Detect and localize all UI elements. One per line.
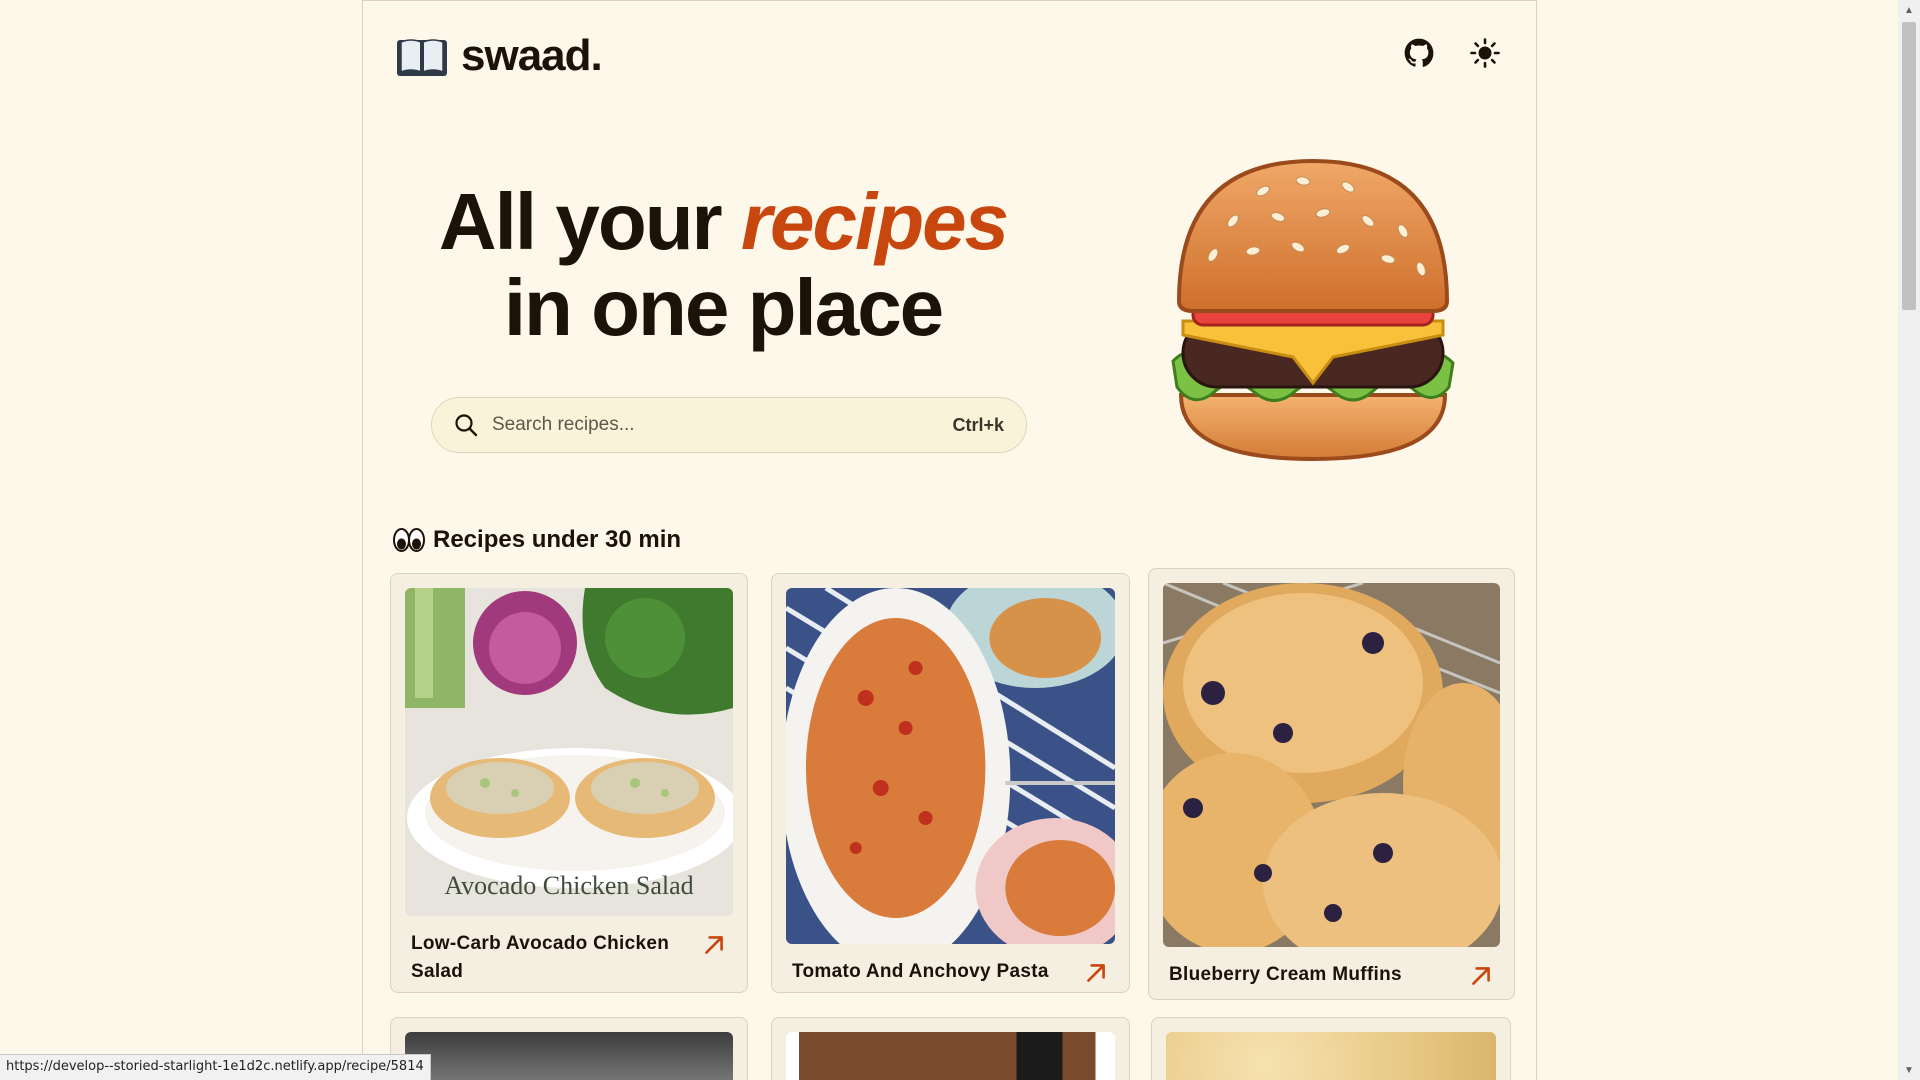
open-book-icon (397, 39, 447, 76)
search-icon (455, 414, 478, 437)
arrow-up-right-icon (1087, 964, 1105, 982)
theme-toggle-button[interactable] (1467, 35, 1503, 71)
status-bar-url: https://develop--storied-starlight-1e1d2… (0, 1054, 431, 1080)
hero-title: All your recipes in one place (403, 179, 1043, 351)
recipe-image (786, 1032, 1115, 1080)
arrow-up-right-icon (1472, 967, 1490, 985)
eyes-icon (393, 528, 425, 552)
scroll-down-arrow-icon[interactable]: ▼ (1898, 1060, 1920, 1080)
hamburger-illustration (1171, 158, 1455, 462)
page-container: swaad. All your recipes in one place Ctr… (362, 0, 1537, 1080)
recipe-image (405, 1032, 733, 1080)
sun-icon (1470, 38, 1500, 68)
recipe-card[interactable] (390, 1017, 748, 1080)
arrow-up-right-icon (705, 936, 723, 954)
recipe-name: Blueberry Cream Muffins (1169, 964, 1402, 985)
search-shortcut: Ctrl+k (952, 414, 1004, 435)
search-input[interactable] (492, 414, 953, 436)
scroll-up-arrow-icon[interactable]: ▲ (1898, 0, 1920, 20)
scroll-thumb[interactable] (1902, 22, 1916, 310)
logo[interactable]: swaad. (395, 31, 603, 81)
recipe-card[interactable]: Blueberry Cream Muffins (1148, 568, 1515, 1000)
recipe-card[interactable]: Tomato And Anchovy Pasta (771, 573, 1130, 993)
github-icon (1404, 38, 1434, 67)
recipe-name: Low-Carb Avocado Chicken Salad (411, 933, 670, 982)
logo-text: swaad. (461, 31, 603, 80)
recipe-image (1163, 583, 1500, 947)
section-title: Recipes under 30 min (433, 526, 682, 553)
image-caption: Avocado Chicken Salad (444, 871, 693, 900)
recipe-image (786, 588, 1115, 944)
search-bar[interactable]: Ctrl+k (431, 397, 1027, 453)
recipe-card[interactable] (771, 1017, 1130, 1080)
hero-title-part1: All your (438, 177, 741, 266)
hero-title-part2: in one place (503, 263, 944, 352)
scrollbar[interactable]: ▲ ▼ (1898, 0, 1920, 1080)
recipe-image: Avocado Chicken Salad (405, 588, 733, 916)
hero-title-accent: recipes (740, 177, 1009, 266)
recipe-name: Tomato And Anchovy Pasta (792, 961, 1049, 982)
recipe-card[interactable]: Avocado Chicken Salad Low-Carb Avocado C… (390, 573, 748, 993)
section-heading: Recipes under 30 min (393, 526, 681, 554)
recipe-card[interactable] (1151, 1017, 1511, 1080)
recipe-image (1166, 1032, 1496, 1080)
github-link[interactable] (1401, 35, 1437, 71)
